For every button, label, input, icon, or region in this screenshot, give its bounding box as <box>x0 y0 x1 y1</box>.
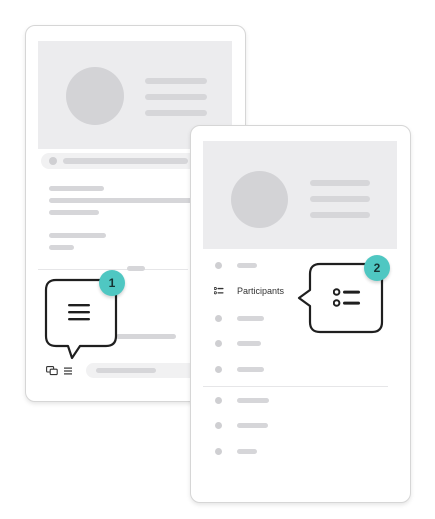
scroll-indicator-placeholder <box>127 266 145 271</box>
dot-placeholder <box>49 157 57 165</box>
text-line-placeholder <box>237 423 268 428</box>
dot-placeholder <box>215 315 222 322</box>
avatar-placeholder <box>231 171 288 228</box>
participants-list-icon[interactable] <box>214 287 224 295</box>
dot-placeholder <box>215 397 222 404</box>
text-line-placeholder <box>310 196 370 202</box>
text-line-placeholder <box>237 367 264 372</box>
text-line-placeholder <box>310 180 370 186</box>
avatar-placeholder <box>66 67 124 125</box>
divider <box>203 386 388 387</box>
step-badge-two: 2 <box>364 255 390 281</box>
text-line-placeholder <box>49 186 104 191</box>
text-line-placeholder <box>237 263 257 268</box>
illustration: 1 Participants 2 <box>0 0 435 519</box>
profile-header-placeholder <box>203 141 397 249</box>
dot-placeholder <box>215 366 222 373</box>
text-line-placeholder <box>63 158 188 164</box>
text-line-placeholder <box>237 449 257 454</box>
dot-placeholder <box>215 340 222 347</box>
step-badge-one: 1 <box>99 270 125 296</box>
text-line-placeholder <box>145 110 207 116</box>
participants-label[interactable]: Participants <box>237 286 284 296</box>
text-line-placeholder <box>145 94 207 100</box>
text-line-placeholder <box>49 210 99 215</box>
menu-icon[interactable] <box>64 367 72 375</box>
text-line-placeholder <box>237 398 269 403</box>
dot-placeholder <box>215 422 222 429</box>
list-icon <box>333 288 360 307</box>
text-line-placeholder <box>237 316 264 321</box>
text-line-placeholder <box>145 78 207 84</box>
text-line-placeholder <box>96 368 156 373</box>
dot-placeholder <box>215 262 222 269</box>
text-line-placeholder <box>237 341 261 346</box>
dot-placeholder <box>215 448 222 455</box>
text-line-placeholder <box>49 198 199 203</box>
text-line-placeholder <box>49 245 74 250</box>
menu-icon <box>68 304 90 321</box>
text-line-placeholder <box>49 233 106 238</box>
chat-icon[interactable] <box>46 366 58 376</box>
text-line-placeholder <box>310 212 370 218</box>
text-line-placeholder <box>116 334 176 339</box>
